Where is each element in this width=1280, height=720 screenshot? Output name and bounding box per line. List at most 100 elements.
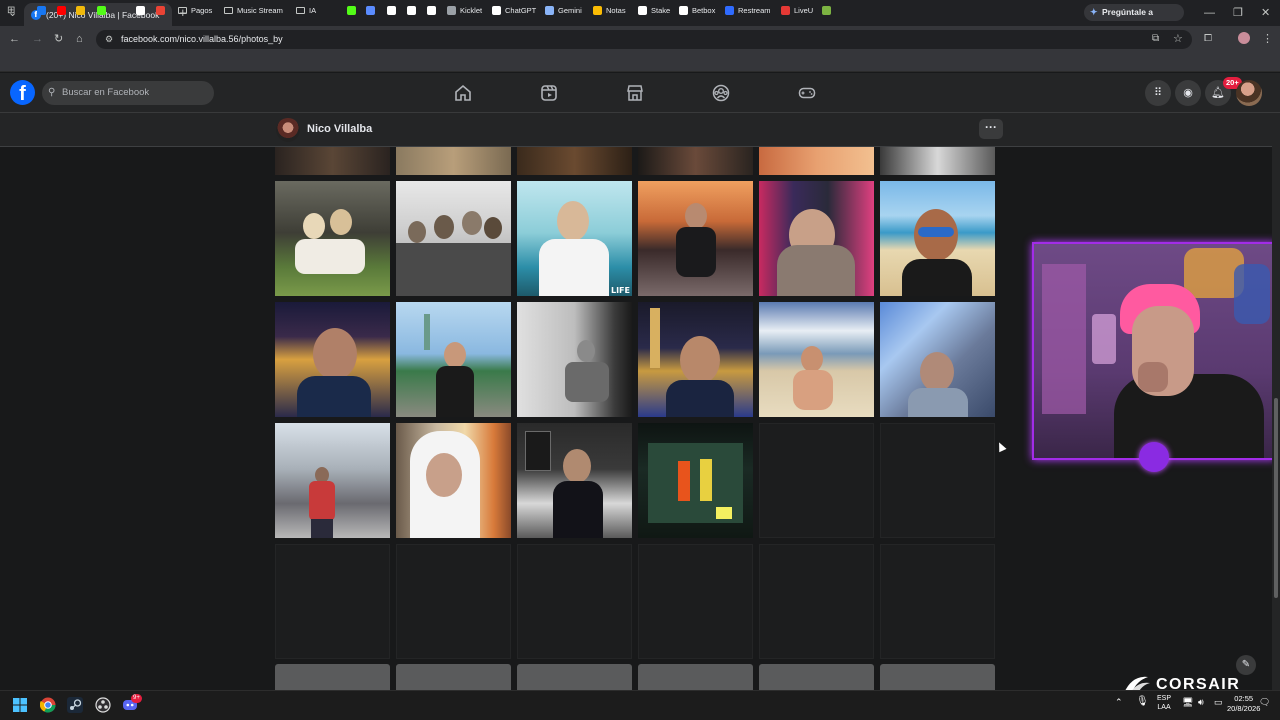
bookmark-kick[interactable]: [347, 0, 360, 20]
keyboard-language[interactable]: ESP LAA: [1157, 694, 1171, 712]
bookmark-diamond[interactable]: [427, 0, 440, 20]
photo-item[interactable]: LIFE: [517, 181, 632, 296]
reels-nav-icon[interactable]: [539, 83, 559, 103]
bookmark-tiktok[interactable]: [387, 0, 400, 20]
url-text: facebook.com/nico.villalba.56/photos_by: [121, 34, 283, 44]
bookmark-restream[interactable]: Restream: [725, 0, 771, 20]
browser-menu-icon[interactable]: ⋮: [1262, 26, 1273, 52]
bookmark-liveu[interactable]: LiveU: [781, 0, 813, 20]
bookmark-v[interactable]: [407, 0, 420, 20]
tray-mic-icon[interactable]: 🎙︎: [1136, 696, 1149, 707]
patreon-icon: [136, 5, 145, 15]
binance-icon: [76, 5, 85, 15]
photo-item[interactable]: [275, 147, 390, 175]
messenger-icon[interactable]: ◉: [1175, 80, 1201, 106]
bookmark-label: IA: [309, 5, 317, 15]
photo-item[interactable]: [275, 181, 390, 296]
photo-item[interactable]: [517, 302, 632, 417]
home-icon[interactable]: ⌂: [76, 26, 83, 52]
chrome-taskbar-icon[interactable]: [40, 697, 56, 713]
browser-profile-avatar[interactable]: [1238, 32, 1250, 44]
photo-item[interactable]: [638, 147, 753, 175]
bookmark-binance[interactable]: [76, 0, 89, 20]
network-icon[interactable]: 🖥︎: [1182, 697, 1193, 708]
photo-placeholder: [759, 544, 874, 659]
restream-icon: [725, 5, 734, 15]
bookmark-ia[interactable]: IA: [296, 0, 316, 20]
photo-item[interactable]: [275, 302, 390, 417]
photo-item[interactable]: [396, 302, 511, 417]
bookmark-facebook[interactable]: [37, 0, 50, 20]
photo-item[interactable]: [638, 423, 753, 538]
facebook-search[interactable]: ⚲ Buscar en Facebook: [42, 81, 214, 105]
bookmark-notas[interactable]: Notas: [593, 0, 626, 20]
facebook-icon: [37, 5, 46, 15]
bookmark-star-icon[interactable]: ☆: [1173, 26, 1183, 52]
bookmark-label: Kicklet: [460, 5, 483, 15]
photo-item[interactable]: [396, 147, 511, 175]
photo-item[interactable]: [638, 302, 753, 417]
bookmark-kick[interactable]: [97, 0, 110, 20]
photo-item[interactable]: [880, 302, 995, 417]
forward-icon[interactable]: →: [32, 26, 43, 52]
photo-item[interactable]: [275, 423, 390, 538]
photo-item[interactable]: [880, 181, 995, 296]
photo-item[interactable]: [638, 181, 753, 296]
steam-taskbar-icon[interactable]: [67, 697, 83, 713]
webcam-overlay: [1032, 242, 1276, 460]
photo-item[interactable]: [396, 181, 511, 296]
bookmark-patreon[interactable]: [136, 0, 149, 20]
minimize-icon[interactable]: —: [1204, 0, 1215, 26]
marketplace-nav-icon[interactable]: [625, 83, 645, 103]
tray-overflow-icon[interactable]: ⌃: [1115, 697, 1123, 708]
profile-avatar[interactable]: [276, 118, 300, 142]
bookmark-stake[interactable]: Stake: [638, 0, 670, 20]
address-bar[interactable]: ⚙ facebook.com/nico.villalba.56/photos_b…: [96, 30, 1192, 49]
windows-start-icon[interactable]: [12, 697, 28, 713]
gemini-icon: [545, 5, 554, 15]
notification-center-icon[interactable]: 🗨︎: [1259, 697, 1270, 708]
groups-nav-icon[interactable]: [711, 83, 731, 103]
extensions-icon[interactable]: ⧠: [1204, 26, 1212, 52]
gaming-nav-icon[interactable]: [797, 83, 817, 103]
battery-icon[interactable]: ▭: [1214, 697, 1223, 708]
profile-name[interactable]: Nico Villalba: [307, 123, 372, 135]
profile-more-options-button[interactable]: ···: [979, 119, 1003, 139]
photo-item[interactable]: [396, 423, 511, 538]
gemini-button[interactable]: ✦ Pregúntale a Gemini: [1084, 4, 1184, 34]
photo-item[interactable]: [880, 147, 995, 175]
photo-placeholder: [517, 544, 632, 659]
obs-taskbar-icon[interactable]: [95, 697, 111, 713]
bookmark-betbox[interactable]: Betbox: [679, 0, 715, 20]
bookmark-youtube[interactable]: [57, 0, 70, 20]
apps-grid-icon[interactable]: ⊞: [7, 0, 15, 20]
photo-item[interactable]: [759, 181, 874, 296]
reload-icon[interactable]: ↻: [54, 26, 63, 52]
scrollbar-thumb[interactable]: [1274, 398, 1278, 598]
clock[interactable]: 02:55 20/8/2026: [1227, 694, 1260, 714]
bookmark-pagos[interactable]: Pagos: [178, 0, 212, 20]
bookmark-loop[interactable]: [366, 0, 379, 20]
home-nav-icon[interactable]: [453, 83, 473, 103]
photo-item[interactable]: [759, 147, 874, 175]
bookmark-chatgpt[interactable]: ChatGPT: [492, 0, 536, 20]
bookmark-gemini[interactable]: Gemini: [545, 0, 582, 20]
bookmark-label: Notas: [606, 5, 626, 15]
bookmark-check[interactable]: [822, 0, 835, 20]
restore-icon[interactable]: ❐: [1233, 0, 1243, 26]
window-close-icon[interactable]: ✕: [1261, 0, 1270, 26]
install-app-icon[interactable]: ⧉: [1152, 26, 1159, 52]
photo-item[interactable]: [517, 423, 632, 538]
new-message-edit-icon[interactable]: ✎: [1236, 655, 1256, 675]
volume-icon[interactable]: 🔊︎: [1198, 697, 1204, 708]
account-avatar[interactable]: [1236, 80, 1262, 106]
facebook-logo[interactable]: f: [10, 80, 35, 105]
bookmark-music-stream[interactable]: Music Stream: [224, 0, 283, 20]
photo-item[interactable]: [517, 147, 632, 175]
bookmark-kicklet[interactable]: Kicklet: [447, 0, 482, 20]
back-icon[interactable]: ←: [9, 26, 20, 52]
menu-grid-icon[interactable]: ⠿: [1145, 80, 1171, 106]
bookmark-gmail[interactable]: [156, 0, 169, 20]
photo-item[interactable]: [759, 302, 874, 417]
site-info-icon[interactable]: ⚙: [105, 30, 113, 49]
